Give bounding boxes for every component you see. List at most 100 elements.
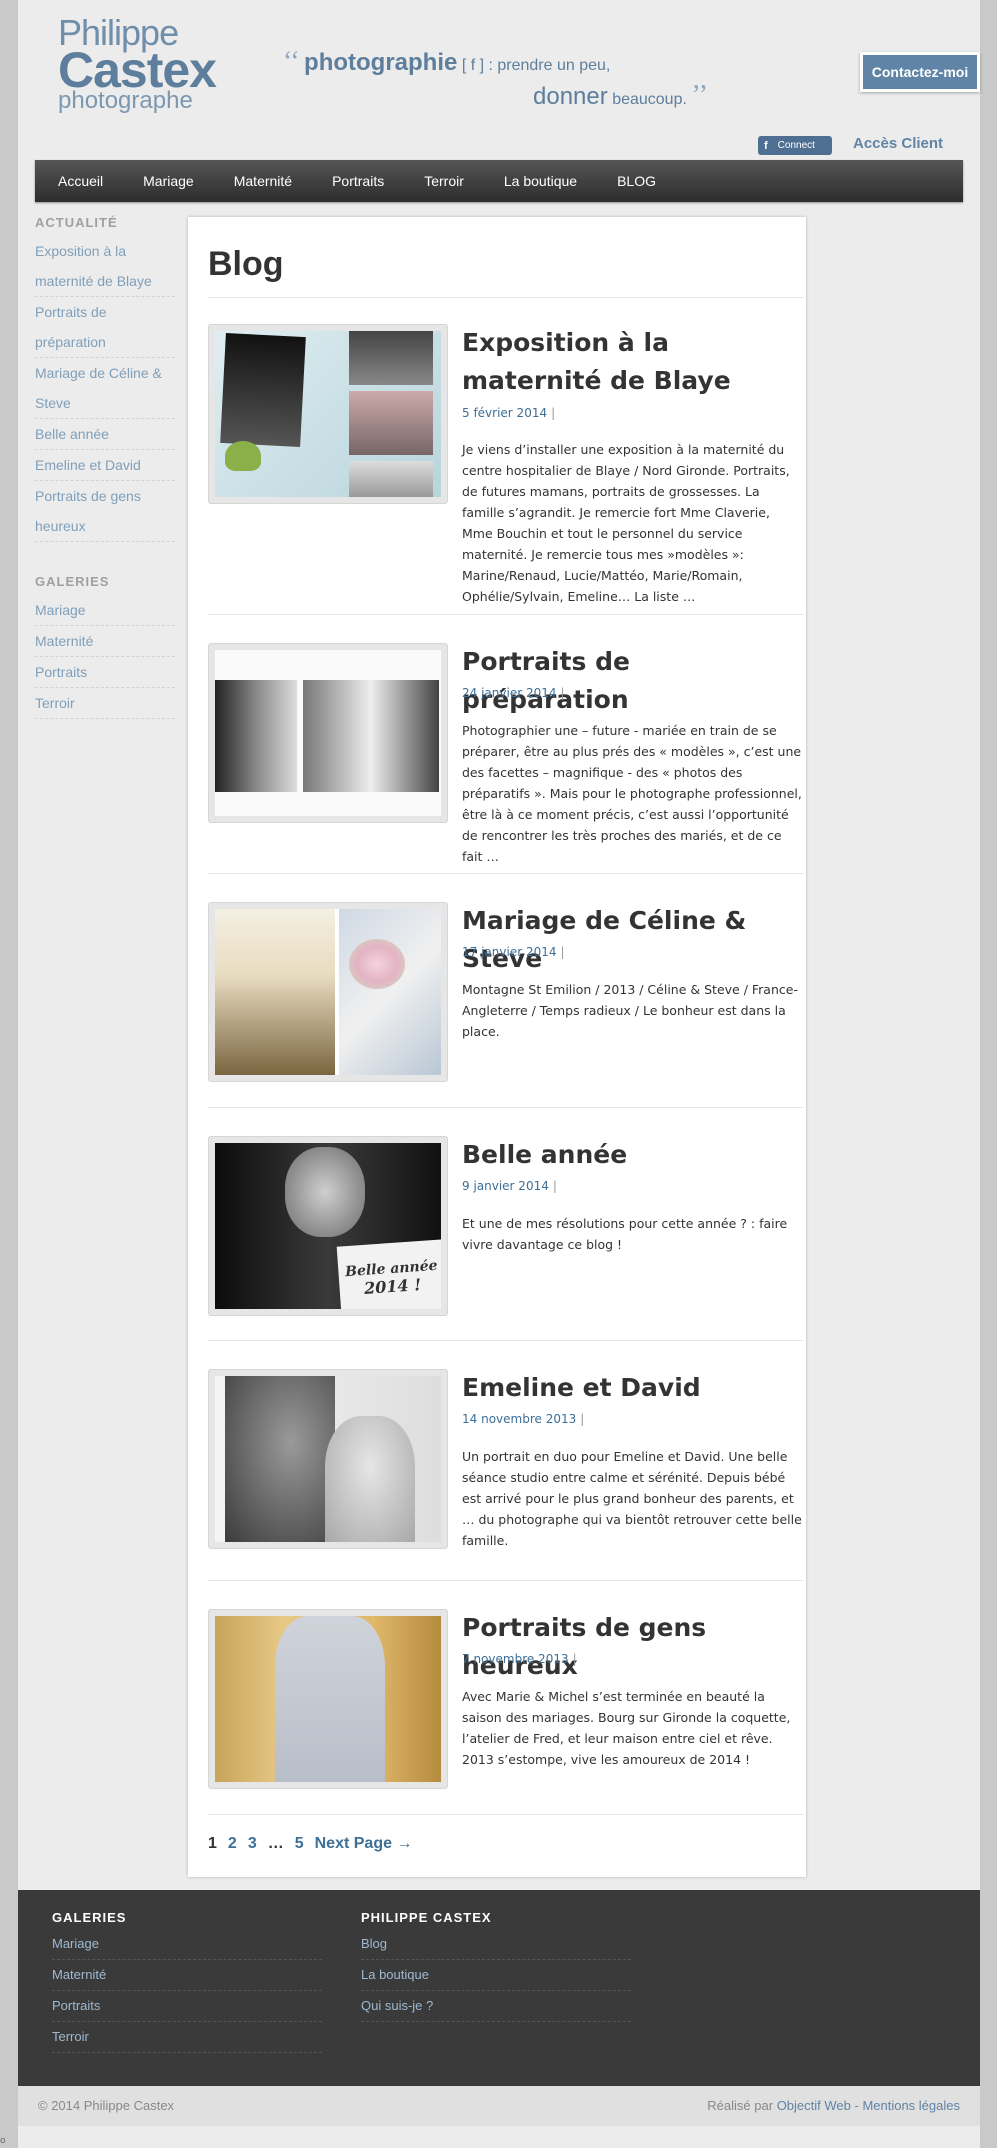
nav-blog[interactable]: BLOG [597,173,676,189]
sidebar-galeries-list: Mariage Maternité Portraits Terroir [35,595,175,719]
post-image: Belle année 2014 ! [215,1143,441,1309]
post-thumbnail[interactable]: Belle année 2014 ! [208,1136,448,1316]
sidebar-item[interactable]: Portraits de [35,297,175,327]
acces-client-link[interactable]: Accès Client [853,135,943,152]
footer-link[interactable]: Blog [361,1929,631,1960]
nav-maternite[interactable]: Maternité [214,173,312,189]
footer-link[interactable]: Terroir [52,2022,322,2053]
sidebar-item[interactable]: Portraits [35,657,175,688]
legal-link[interactable]: Mentions légales [862,2098,960,2113]
belle-annee-sign-year: 2014 ! [363,1274,422,1298]
sidebar-item[interactable]: Mariage de Céline & [35,358,175,388]
post-title[interactable]: Portraits de préparation [462,643,802,719]
footer-link[interactable]: Qui suis-je ? [361,1991,631,2022]
tagline-close-quote: ’’ [691,80,708,111]
facebook-icon: f [764,139,768,152]
divider [208,1107,804,1108]
post-image [215,331,441,497]
post-date-separator: | [551,406,556,420]
tagline: ‘‘ photographie [ f ] : prendre un peu, … [283,46,753,112]
divider [208,614,804,615]
post-excerpt: Un portrait en duo pour Emeline et David… [462,1449,802,1548]
nav-terroir[interactable]: Terroir [404,173,484,189]
logo-line-2: Castex [58,42,217,98]
post-date-link[interactable]: 5 février 2014 [462,406,547,420]
post-date: 9 janvier 2014 | [462,1179,557,1193]
post-date-link[interactable]: 14 novembre 2013 [462,1412,576,1426]
contact-button[interactable]: Contactez-moi [860,52,980,92]
post-title[interactable]: Emeline et David [462,1369,802,1407]
post-title[interactable]: Mariage de Céline & Steve [462,902,802,978]
footer-link[interactable]: Maternité [52,1960,322,1991]
post-date-link[interactable]: 17 janvier 2014 [462,945,556,959]
nav-boutique[interactable]: La boutique [484,173,597,189]
post-date: 7 novembre 2013 | [462,1652,577,1666]
agency-link[interactable]: Objectif Web [777,2098,851,2113]
post-excerpt: Et une de mes résolutions pour cette ann… [462,1216,788,1252]
sidebar-item[interactable]: Maternité [35,626,175,657]
footer-link[interactable]: Portraits [52,1991,322,2022]
post-thumbnail[interactable] [208,643,448,823]
post-date-link[interactable]: 24 janvier 2014 [462,686,556,700]
facebook-connect-button[interactable]: f Connect [758,136,832,155]
sidebar-item[interactable]: Mariage [35,595,175,626]
sidebar-item[interactable]: préparation [35,327,175,358]
nav-portraits[interactable]: Portraits [312,173,404,189]
site-footer: GALERIES Mariage Maternité Portraits Ter… [18,1890,980,2086]
post-date: 14 novembre 2013 | [462,1412,584,1426]
post-date-link[interactable]: 7 novembre 2013 [462,1652,569,1666]
site-logo[interactable]: Philippe Castex photographe [58,15,217,114]
post-image [215,650,441,816]
post-title[interactable]: Exposition à la maternité de Blaye [462,324,802,400]
nav-accueil[interactable]: Accueil [38,173,123,189]
post-date: 17 janvier 2014 | [462,945,565,959]
footer-link[interactable]: Mariage [52,1929,322,1960]
pagination-page-5[interactable]: 5 [295,1835,304,1853]
sidebar-item[interactable]: Exposition à la [35,236,175,266]
sidebar-actualite-list: Exposition à la maternité de Blaye Portr… [35,236,175,542]
footer-philippe-title: PHILIPPE CASTEX [361,1910,492,1925]
post-excerpt: Photographier une – future - mariée en t… [462,723,802,864]
sidebar-item[interactable]: Portraits de gens [35,481,175,511]
sidebar-item[interactable]: heureux [35,511,175,542]
post-date-link[interactable]: 9 janvier 2014 [462,1179,549,1193]
divider [208,1340,804,1341]
footer-galeries-title: GALERIES [52,1910,127,1925]
footer-philippe-castex: PHILIPPE CASTEX Blog La boutique Qui sui… [361,1910,631,2022]
post-thumbnail[interactable] [208,324,448,504]
post-image [215,909,441,1075]
post-date-separator: | [580,1412,585,1426]
divider [208,873,804,874]
sidebar: ACTUALITÉ Exposition à la maternité de B… [35,215,175,751]
pagination-page-2[interactable]: 2 [228,1835,237,1853]
sidebar-item[interactable]: Belle année [35,419,175,450]
pagination-page-3[interactable]: 3 [248,1835,257,1853]
credits: Réalisé par Objectif Web - Mentions léga… [707,2098,960,2113]
post-date-separator: | [572,1652,577,1666]
tagline-open-quote: ‘‘ [283,46,300,77]
post-title[interactable]: Portraits de gens heureux [462,1609,802,1685]
sidebar-item[interactable]: Emeline et David [35,450,175,481]
sidebar-item[interactable]: Steve [35,388,175,419]
sidebar-item[interactable]: Terroir [35,688,175,719]
tagline-word-2: donner [533,83,608,110]
nav-mariage[interactable]: Mariage [123,173,214,189]
footer-link[interactable]: La boutique [361,1960,631,1991]
pagination: 1 2 3 … 5 Next Page → [208,1835,412,1853]
post-title[interactable]: Belle année [462,1136,802,1174]
post-thumbnail[interactable] [208,1369,448,1549]
tagline-word-1: photographie [304,49,458,76]
connect-label: Connect [777,140,815,151]
pagination-next[interactable]: Next Page → [315,1835,413,1853]
post-thumbnail[interactable] [208,1609,448,1789]
divider [208,1814,804,1815]
logo-line-3: photographe [58,87,193,114]
tagline-rest-2: beaucoup. [612,91,687,108]
bottom-bar: © 2014 Philippe Castex Réalisé par Objec… [18,2086,980,2126]
blog-content: Blog Exposition à la maternité de Blaye … [188,217,806,1877]
divider [208,1580,804,1581]
post-thumbnail[interactable] [208,902,448,1082]
sidebar-item[interactable]: maternité de Blaye [35,266,175,297]
post-date: 5 février 2014 | [462,406,555,420]
post-excerpt: Avec Marie & Michel s’est terminée en be… [462,1689,791,1767]
